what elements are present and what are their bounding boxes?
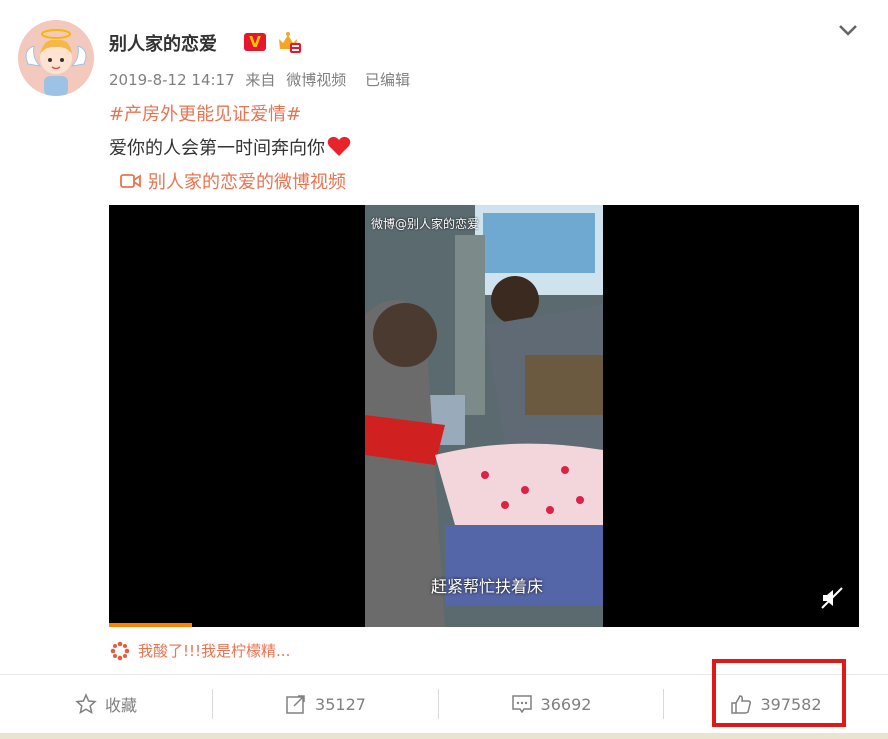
heart-icon [327,135,351,162]
repost-button[interactable]: 35127 [213,675,438,733]
repost-icon [286,695,305,714]
hashtag-link[interactable]: #产房外更能见证爱情# [109,100,301,126]
username[interactable]: 别人家的恋爱 [109,30,217,56]
action-bar: 收藏 35127 36692 397582 [0,675,888,733]
verified-badge-icon: V [244,33,266,51]
comment-count: 36692 [540,694,592,714]
bottom-strip [0,733,888,739]
post-time[interactable]: 2019-8-12 14:17 [109,71,235,89]
avatar[interactable] [18,20,94,96]
comment-icon [511,695,532,714]
video-player[interactable]: 微博@别人家的恋爱 赶紧帮忙扶着床 [109,205,859,627]
post-meta: 2019-8-12 14:17 来自 微博视频 已编辑 [109,69,410,90]
video-subtitle: 赶紧帮忙扶着床 [431,577,544,596]
post-text-content: 爱你的人会第一时间奔向你 [109,138,325,159]
video-frame [365,205,603,627]
video-progress-bar[interactable] [109,623,192,627]
source-prefix: 来自 [245,71,276,89]
video-watermark: 微博@别人家的恋爱 [371,217,480,231]
video-camera-icon [120,174,141,188]
comment-button[interactable]: 36692 [439,675,663,733]
post-text: 爱你的人会第一时间奔向你 [109,134,351,162]
like-count: 397582 [760,694,822,714]
edited-label[interactable]: 已编辑 [365,71,410,89]
thumbs-up-icon [731,695,752,714]
chevron-down-icon[interactable] [836,21,860,39]
like-button[interactable]: 397582 [664,675,888,733]
repost-count: 35127 [315,694,366,714]
star-icon [75,693,97,715]
lemon-text: 我酸了!!!我是柠檬精... [138,642,291,660]
post-source[interactable]: 微博视频 [286,71,346,89]
favorite-label: 收藏 [104,696,137,715]
weibo-post-card: 别人家的恋爱 V 2019-8-12 14:17 来自 微博视频 已编辑 #产房… [0,0,888,733]
favorite-button[interactable]: 收藏 [0,675,212,733]
lemon-icon [110,641,130,660]
mute-icon[interactable] [820,586,844,610]
video-link-label: 别人家的恋爱的微博视频 [148,172,346,193]
vip-crown-icon[interactable] [276,31,302,55]
lemon-link[interactable]: 我酸了!!!我是柠檬精... [110,640,290,661]
video-link[interactable]: 别人家的恋爱的微博视频 [120,168,346,194]
